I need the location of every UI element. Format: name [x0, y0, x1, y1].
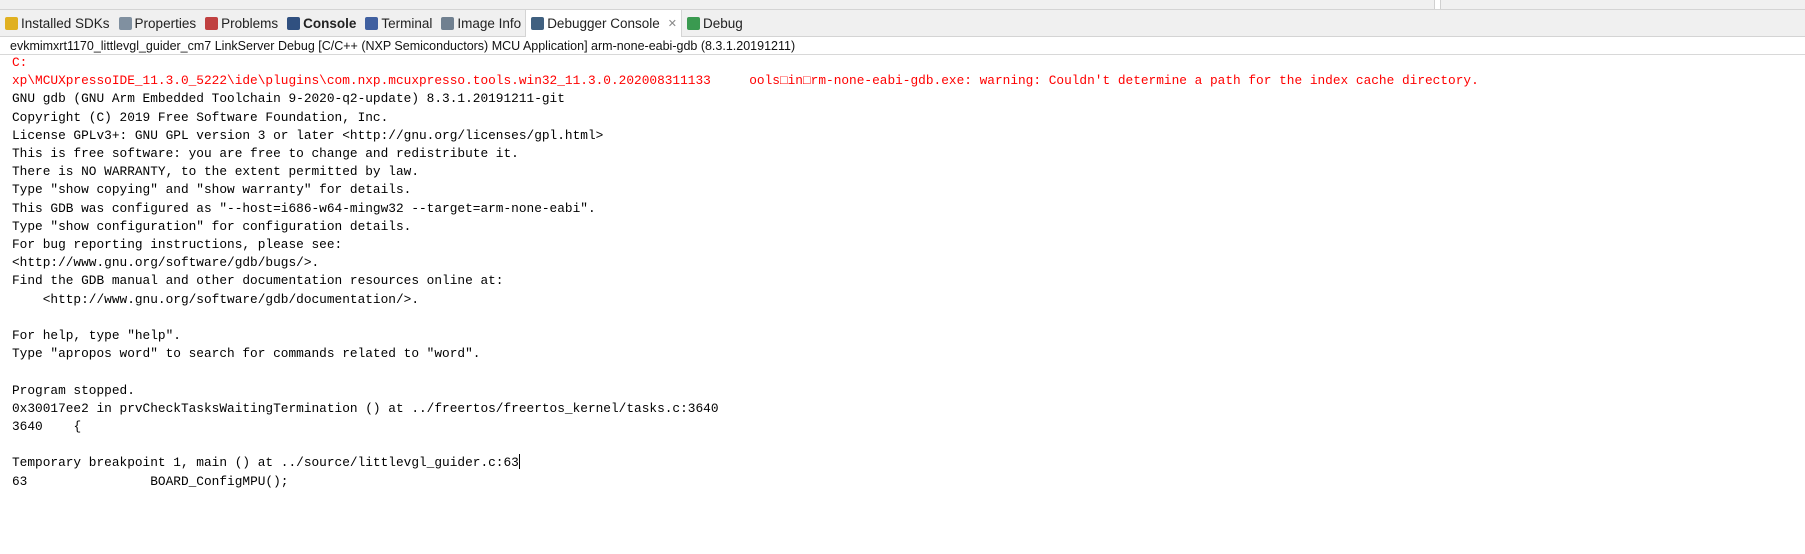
output-text: <http://www.gnu.org/software/gdb/documen… [12, 291, 420, 307]
tab-label: Problems [221, 15, 279, 31]
output-text: Type "apropos word" to search for comman… [12, 346, 481, 362]
output-line: GNU gdb (GNU Arm Embedded Toolchain 9-20… [12, 90, 1479, 108]
output-line: <http://www.gnu.org/software/gdb/documen… [12, 291, 1479, 309]
output-line: License GPLv3+: GNU GPL version 3 or lat… [12, 127, 1479, 145]
output-text: 0x30017ee2 in prvCheckTasksWaitingTermin… [12, 400, 719, 416]
console-title: evkmimxrt1170_littlevgl_guider_cm7 LinkS… [0, 37, 1805, 55]
tab-label: Console [303, 15, 357, 31]
output-text: Copyright (C) 2019 Free Software Foundat… [12, 109, 389, 125]
output-text: This GDB was configured as "--host=i686-… [12, 200, 596, 216]
tab-debug[interactable]: Debug [682, 10, 747, 36]
output-text: Type "show configuration" for configurat… [12, 218, 412, 234]
output-text: 3640 { [12, 419, 82, 435]
output-line: Temporary breakpoint 1, main () at ../so… [12, 454, 1479, 472]
output-line: Find the GDB manual and other documentat… [12, 272, 1479, 290]
output-text: GNU gdb (GNU Arm Embedded Toolchain 9-20… [12, 91, 565, 107]
output-text: <http://www.gnu.org/software/gdb/bugs/>. [12, 255, 320, 271]
tab-debugger-console[interactable]: Debugger Console ✕ [525, 10, 682, 37]
tab-label: Terminal [381, 15, 433, 31]
output-line: 63 BOARD_ConfigMPU(); [12, 473, 1479, 491]
error-line: C: [12, 55, 28, 70]
sdk-icon [5, 16, 18, 30]
panel-sash[interactable] [1434, 0, 1441, 9]
output-line: 0x30017ee2 in prvCheckTasksWaitingTermin… [12, 400, 1479, 418]
tab-label: Image Info [457, 15, 522, 31]
console-icon [287, 16, 301, 30]
tab-properties[interactable]: Properties [114, 10, 201, 36]
output-line: Type "show copying" and "show warranty" … [12, 181, 1479, 199]
output-line: This is free software: you are free to c… [12, 145, 1479, 163]
output-text: Temporary breakpoint 1, main () at ../so… [12, 455, 519, 471]
error-line: xp\MCUXpressoIDE_11.3.0_5222\ide\plugins… [12, 73, 1479, 89]
output-text: License GPLv3+: GNU GPL version 3 or lat… [12, 127, 604, 143]
output-line: Type "show configuration" for configurat… [12, 218, 1479, 236]
output-line: For help, type "help". [12, 327, 1479, 345]
top-panel-strip [0, 0, 1805, 10]
output-line: Type "apropos word" to search for comman… [12, 345, 1479, 363]
output-line: This GDB was configured as "--host=i686-… [12, 200, 1479, 218]
debugger-console-output[interactable]: C: xp\MCUXpressoIDE_11.3.0_5222\ide\plugi… [12, 54, 1479, 491]
tab-console[interactable]: Console [282, 10, 360, 36]
view-tab-bar: Installed SDKs Properties Problems Console T… [0, 10, 1805, 37]
text-cursor [518, 454, 520, 470]
properties-icon [118, 16, 132, 30]
debug-icon [686, 16, 700, 30]
output-line: For bug reporting instructions, please s… [12, 236, 1479, 254]
close-tab-icon[interactable]: ✕ [668, 17, 677, 30]
tab-label: Installed SDKs [21, 15, 110, 31]
tab-label: Debug [702, 15, 743, 31]
debugger-console-icon [531, 17, 545, 30]
output-text: There is NO WARRANTY, to the extent perm… [12, 164, 420, 180]
tab-terminal[interactable]: Terminal [360, 10, 436, 36]
output-line: There is NO WARRANTY, to the extent perm… [12, 163, 1479, 181]
output-text: For help, type "help". [12, 328, 181, 344]
tab-label: Properties [134, 15, 197, 31]
tab-image-info[interactable]: Image Info [436, 10, 525, 36]
output-line: Copyright (C) 2019 Free Software Foundat… [12, 109, 1479, 127]
terminal-icon [365, 16, 379, 30]
output-line: Program stopped. [12, 382, 1479, 400]
output-line: <http://www.gnu.org/software/gdb/bugs/>. [12, 254, 1479, 272]
output-text: For bug reporting instructions, please s… [12, 237, 343, 253]
problems-icon [205, 16, 219, 30]
output-text: Program stopped. [12, 382, 135, 398]
tab-installed-sdks[interactable]: Installed SDKs [0, 10, 114, 36]
tab-problems[interactable]: Problems [200, 10, 282, 36]
tab-label: Debugger Console [547, 16, 660, 31]
output-text: 63 BOARD_ConfigMPU(); [12, 473, 289, 489]
output-text: Find the GDB manual and other documentat… [12, 273, 504, 289]
image-info-icon [441, 16, 455, 30]
output-text: Type "show copying" and "show warranty" … [12, 182, 412, 198]
output-text: This is free software: you are free to c… [12, 146, 519, 162]
output-line: 3640 { [12, 418, 1479, 436]
